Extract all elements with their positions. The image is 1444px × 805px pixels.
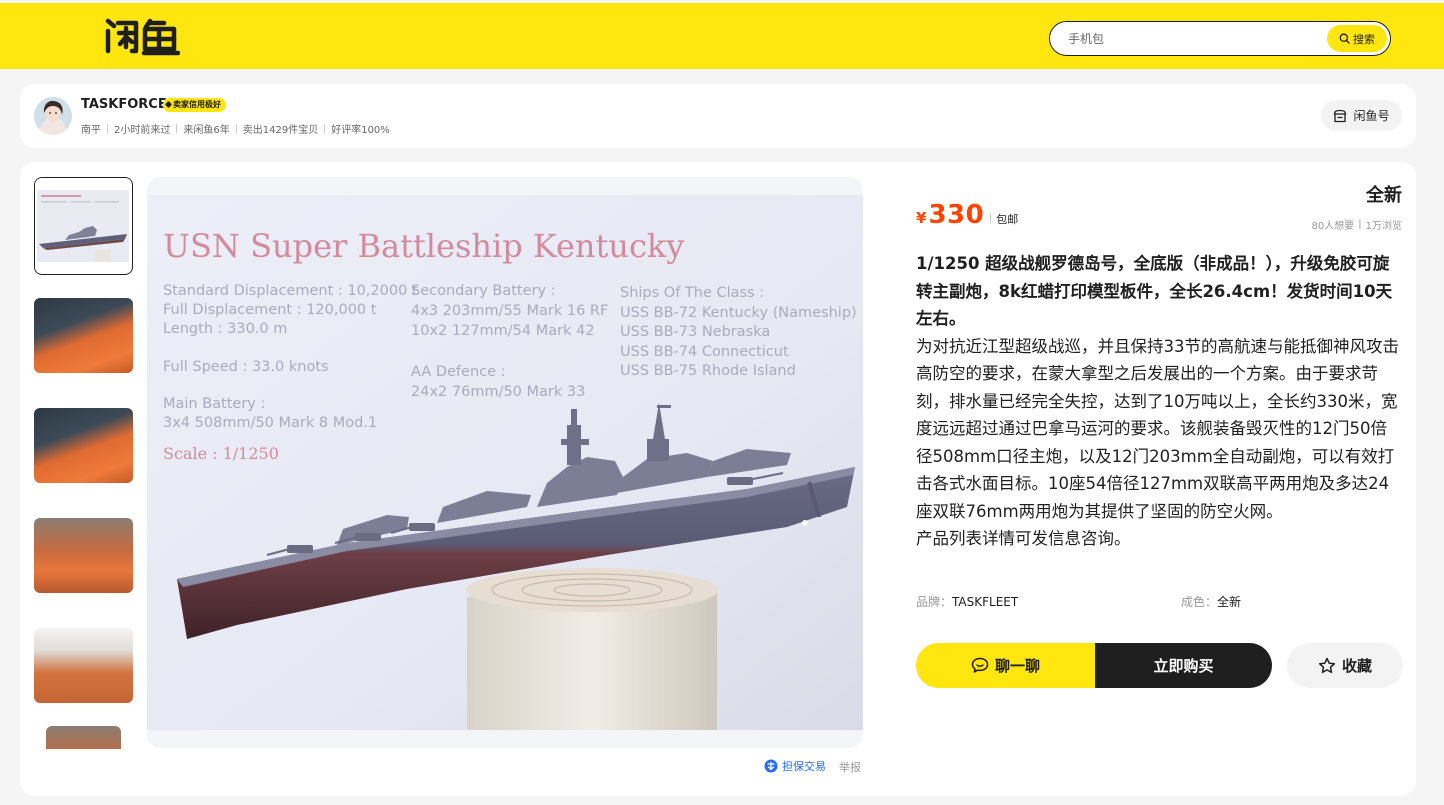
photo-spec-line: Secondary Battery : (411, 283, 556, 299)
seller-sold-count: 卖出1429件宝贝 (242, 125, 319, 136)
favorite-label: 收藏 (1341, 657, 1372, 675)
photo-spec-line: 3x4 508mm/50 Mark 8 Mod.1 (163, 415, 377, 431)
photo-spec-line: USS BB-74 Connecticut (620, 344, 789, 360)
photo-scale: Scale : 1/1250 (163, 444, 279, 463)
search-input[interactable] (1068, 29, 1318, 49)
favorite-button[interactable]: 收藏 (1287, 643, 1403, 688)
seller-card: TASKFORCE 卖家信用极好 南平 2小时前来过 来闲鱼6年 卖出1429件… (20, 84, 1416, 148)
chat-icon (971, 657, 989, 673)
description-paragraph: 1/1250 超级战舰罗德岛号，全底版（非成品！），升级免胶可旋转主副炮，8k红… (916, 254, 1393, 328)
main-product-photo[interactable]: USN Super Battleship Kentucky Standard D… (147, 177, 863, 748)
divider (990, 213, 992, 223)
report-link[interactable]: 举报 (839, 759, 861, 775)
photo-spec-line: Ships Of The Class : (620, 285, 764, 301)
buy-now-label: 立即购买 (1153, 657, 1214, 675)
photo-spec-line: 4x3 203mm/55 Mark 16 RF (411, 303, 608, 319)
xianyu-id-label: 闲鱼号 (1353, 109, 1390, 123)
guarantee-icon (764, 759, 778, 773)
thumbnail-4[interactable] (34, 518, 133, 593)
action-bar: 聊一聊 立即购买 收藏 (916, 643, 1403, 688)
guarantee-link[interactable]: 担保交易 (764, 758, 826, 774)
top-bar: 搜索 (0, 3, 1444, 69)
chat-button[interactable]: 聊一聊 (916, 643, 1095, 688)
credit-badge: 卖家信用极好 (163, 98, 226, 112)
photo-spec-line: 10x2 127mm/54 Mark 42 (411, 323, 595, 339)
search-icon (1339, 33, 1350, 44)
seller-tenure: 来闲鱼6年 (183, 125, 230, 136)
brand-attribute: 品牌：TASKFLEET (916, 593, 1018, 610)
xianyu-logo[interactable] (104, 15, 181, 57)
seller-location: 南平 (81, 125, 101, 136)
photo-spec-line: Length : 330.0 m (163, 321, 287, 337)
product-description: 1/1250 超级战舰罗德岛号，全底版（非成品！），升级免胶可旋转主副炮，8k红… (916, 250, 1403, 553)
star-icon (1318, 657, 1336, 674)
guarantee-label: 担保交易 (782, 760, 826, 773)
seller-name[interactable]: TASKFORCE (81, 97, 167, 112)
wants-count: 80人想要 (1311, 221, 1355, 232)
description-paragraph: 产品列表详情可发信息咨询。 (916, 529, 1131, 548)
divider: | (1358, 219, 1362, 230)
photo-spec-line: Full Displacement : 120,000 t (163, 302, 377, 318)
photo-title: USN Super Battleship Kentucky (163, 227, 684, 265)
photo-spec-line: Full Speed : 33.0 knots (163, 359, 329, 375)
shipping-label: 包邮 (996, 213, 1019, 226)
seller-meta: 南平 2小时前来过 来闲鱼6年 卖出1429件宝贝 好评率100% (81, 121, 390, 136)
diamond-icon (164, 100, 173, 109)
price: 330 (928, 200, 985, 230)
divider (176, 124, 178, 133)
divider (235, 124, 237, 133)
condition-tag: 全新 (1364, 181, 1404, 207)
seller-last-seen: 2小时前来过 (114, 125, 171, 136)
thumbnail-2[interactable] (34, 298, 133, 373)
photo-spec-line: USS BB-73 Nebraska (620, 324, 770, 340)
condition-value: 全新 (1217, 595, 1242, 609)
thumbnail-6[interactable] (46, 726, 121, 749)
divider (324, 124, 326, 133)
item-stats: 80人想要 | 1万浏览 (1312, 217, 1402, 232)
credit-badge-label: 卖家信用极好 (173, 100, 221, 109)
seller-avatar[interactable] (34, 97, 72, 135)
search-button-label: 搜索 (1353, 32, 1375, 46)
buy-now-button[interactable]: 立即购买 (1095, 643, 1272, 688)
photo-spec-line: Main Battery : (163, 396, 265, 412)
xianyu-id-button[interactable]: 闲鱼号 (1321, 100, 1402, 131)
thumbnail-5[interactable] (34, 628, 133, 703)
shop-icon (1334, 109, 1347, 122)
search-box: 搜索 (1049, 21, 1391, 56)
condition-attribute: 成色：全新 (1181, 593, 1241, 610)
thumbnail-1[interactable] (34, 177, 133, 275)
thumbnail-3[interactable] (34, 408, 133, 483)
views-count: 1万浏览 (1365, 221, 1402, 232)
brand-value: TASKFLEET (952, 595, 1019, 609)
photo-spec-line: Standard Displacement : 10,2000 t (163, 283, 418, 299)
photo-spec-line: 24x2 76mm/50 Mark 33 (411, 384, 585, 400)
divider (107, 124, 108, 133)
price-row: ¥ 330 包邮 (916, 200, 1018, 230)
chat-button-label: 聊一聊 (994, 657, 1040, 675)
condition-label: 成色： (1181, 595, 1218, 609)
seller-rating: 好评率100% (331, 125, 390, 136)
photo-spec-line: AA Defence : (411, 364, 506, 380)
search-button[interactable]: 搜索 (1327, 25, 1387, 52)
photo-spec-line: USS BB-75 Rhode Island (620, 363, 796, 379)
description-paragraph: 为对抗近江型超级战巡，并且保持33节的高航速与能抵御神风攻击高防空的要求，在蒙大… (916, 336, 1399, 521)
thumbnail-strip[interactable] (34, 177, 134, 749)
product-card: USN Super Battleship Kentucky Standard D… (20, 162, 1416, 796)
brand-label: 品牌： (916, 595, 953, 609)
currency-symbol: ¥ (916, 209, 927, 227)
photo-spec-line: USS BB-72 Kentucky (Nameship) (620, 305, 857, 321)
